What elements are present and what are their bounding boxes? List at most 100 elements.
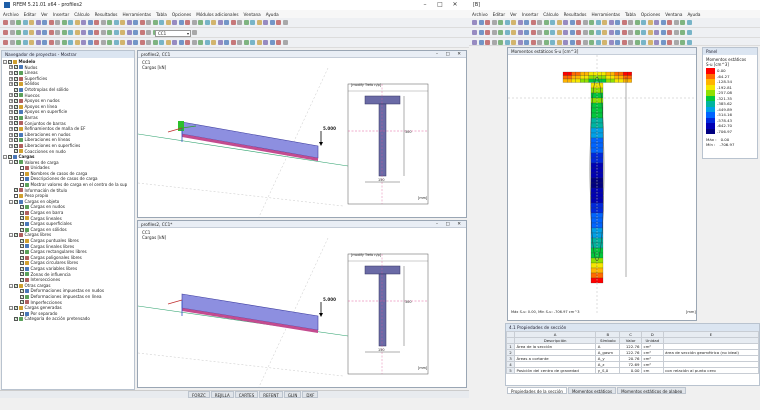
toolbar-button-icon[interactable] <box>9 19 15 25</box>
toolbar-button-icon[interactable] <box>276 39 281 45</box>
menu-item[interactable]: Herramientas <box>591 12 620 17</box>
toolbar-button-icon[interactable] <box>204 39 210 45</box>
menu-item[interactable]: Cálculo <box>543 12 558 17</box>
toolbar-button-icon[interactable] <box>269 19 275 25</box>
toolbar-button-icon[interactable] <box>680 19 685 25</box>
toolbar-button-icon[interactable] <box>491 19 497 25</box>
status-toggle-button[interactable]: REJILLA <box>210 391 234 398</box>
toolbar-button-icon[interactable] <box>550 39 555 45</box>
toolbar-button-icon[interactable] <box>543 19 549 25</box>
visibility-checkbox[interactable]: ✓ <box>20 210 24 215</box>
toolbar-button-icon[interactable] <box>29 19 34 25</box>
toolbar-button-icon[interactable] <box>237 19 242 25</box>
static-moment-viewport[interactable]: Máx S-u: 0.00, Mín S-u: -706.97 cm^3 [mm… <box>508 55 696 320</box>
toolbar-button-icon[interactable] <box>35 19 41 25</box>
visibility-checkbox[interactable]: ✓ <box>14 160 18 165</box>
toolbar-button-icon[interactable] <box>74 29 80 35</box>
toolbar-button-icon[interactable] <box>517 29 523 35</box>
toolbar-button-icon[interactable] <box>152 39 158 45</box>
visibility-checkbox[interactable]: ✓ <box>20 266 24 271</box>
visibility-checkbox[interactable]: ✓ <box>14 149 18 154</box>
toolbar-button-icon[interactable] <box>237 39 242 45</box>
view1-viewport[interactable]: CC1 Cargas [kN] 5.000 [modify Trefo n/p]… <box>138 58 466 217</box>
toolbar-button-icon[interactable] <box>16 19 21 25</box>
toolbar-button-icon[interactable] <box>634 39 640 45</box>
toolbar-button-icon[interactable] <box>133 39 138 45</box>
toolbar-button-icon[interactable] <box>282 19 288 25</box>
toolbar-button-icon[interactable] <box>133 19 138 25</box>
toolbar-button-icon[interactable] <box>146 39 151 45</box>
toolbar-button-icon[interactable] <box>139 29 145 35</box>
toolbar-button-icon[interactable] <box>667 19 672 25</box>
toolbar-button-icon[interactable] <box>569 29 575 35</box>
toolbar-button-icon[interactable] <box>133 29 138 35</box>
visibility-checkbox[interactable]: ✓ <box>14 143 18 148</box>
toolbar-button-icon[interactable] <box>55 19 60 25</box>
toolbar-button-icon[interactable] <box>589 39 594 45</box>
toolbar-button-icon[interactable] <box>556 19 562 25</box>
toolbar-button-icon[interactable] <box>191 39 197 45</box>
toolbar-button-icon[interactable] <box>641 29 646 35</box>
toolbar-button-icon[interactable] <box>198 39 203 45</box>
expand-icon[interactable]: + <box>9 104 13 109</box>
visibility-checkbox[interactable]: ✓ <box>14 70 18 75</box>
toolbar-button-icon[interactable] <box>647 19 653 25</box>
toolbar-button-icon[interactable] <box>628 29 633 35</box>
table-cell[interactable]: y_S,0 <box>595 367 621 374</box>
toolbar-button-icon[interactable] <box>81 39 86 45</box>
toolbar-button-icon[interactable] <box>42 19 47 25</box>
expand-icon[interactable]: + <box>9 110 13 115</box>
toolbar-button-icon[interactable] <box>126 39 132 45</box>
toolbar-button-icon[interactable] <box>563 19 568 25</box>
toolbar-button-icon[interactable] <box>550 29 555 35</box>
toolbar-button-icon[interactable] <box>608 29 614 35</box>
view2-viewport[interactable]: CC1 Cargas [kN] 5.000 [modify Trefo n/p]… <box>138 228 466 387</box>
toolbar-button-icon[interactable] <box>224 19 229 25</box>
toolbar-button-icon[interactable] <box>511 39 516 45</box>
menu-item[interactable]: Resultados <box>95 12 118 17</box>
toolbar-button-icon[interactable] <box>217 19 223 25</box>
visibility-checkbox[interactable]: ✓ <box>14 110 18 115</box>
toolbar-button-icon[interactable] <box>537 19 542 25</box>
toolbar-button-icon[interactable] <box>146 19 151 25</box>
menu-item[interactable]: Ventana <box>665 12 682 17</box>
toolbar-button-icon[interactable] <box>94 19 99 25</box>
toolbar-button-icon[interactable] <box>673 39 679 45</box>
toolbar-button-icon[interactable] <box>113 29 119 35</box>
expand-icon[interactable]: + <box>9 115 13 120</box>
view1-window-controls[interactable]: – □ ✕ <box>436 51 464 58</box>
toolbar-button-icon[interactable] <box>48 19 54 25</box>
visibility-checkbox[interactable]: ✓ <box>14 132 18 137</box>
table-cell[interactable]: Posición del centro de gravedad <box>513 367 597 374</box>
toolbar-button-icon[interactable] <box>680 29 685 35</box>
menu-item[interactable]: Ayuda <box>687 12 700 17</box>
toolbar-button-icon[interactable] <box>81 19 86 25</box>
toolbar-button-icon[interactable] <box>582 39 588 45</box>
toolbar-button-icon[interactable] <box>68 39 73 45</box>
toolbar-button-icon[interactable] <box>211 39 216 45</box>
toolbar-button-icon[interactable] <box>126 19 132 25</box>
toolbar-button-icon[interactable] <box>243 19 249 25</box>
toolbar-button-icon[interactable] <box>152 19 158 25</box>
visibility-checkbox[interactable]: ✓ <box>20 294 24 299</box>
menu-item[interactable]: Insertar <box>53 12 69 17</box>
toolbar-button-icon[interactable] <box>602 39 607 45</box>
toolbar-button-icon[interactable] <box>686 39 692 45</box>
toolbar-button-icon[interactable] <box>35 39 41 45</box>
toolbar-button-icon[interactable] <box>178 39 184 45</box>
toolbar-button-icon[interactable] <box>100 39 106 45</box>
toolbar-button-icon[interactable] <box>530 19 536 25</box>
toolbar-button-icon[interactable] <box>81 29 86 35</box>
toolbar-button-icon[interactable] <box>243 39 249 45</box>
toolbar-button-icon[interactable] <box>602 29 607 35</box>
toolbar-button-icon[interactable] <box>680 39 685 45</box>
toolbar-button-icon[interactable] <box>256 19 262 25</box>
menu-item[interactable]: Ayuda <box>266 12 279 17</box>
collapse-icon[interactable]: - <box>3 154 7 159</box>
table-tab[interactable]: Momentos estáticos de alabeo <box>617 387 687 394</box>
table-cell[interactable]: 0.00 <box>619 367 642 374</box>
collapse-icon[interactable]: - <box>9 199 13 204</box>
collapse-icon[interactable]: - <box>9 283 13 288</box>
menu-item[interactable]: Archivo <box>3 12 19 17</box>
toolbar-button-icon[interactable] <box>230 39 236 45</box>
